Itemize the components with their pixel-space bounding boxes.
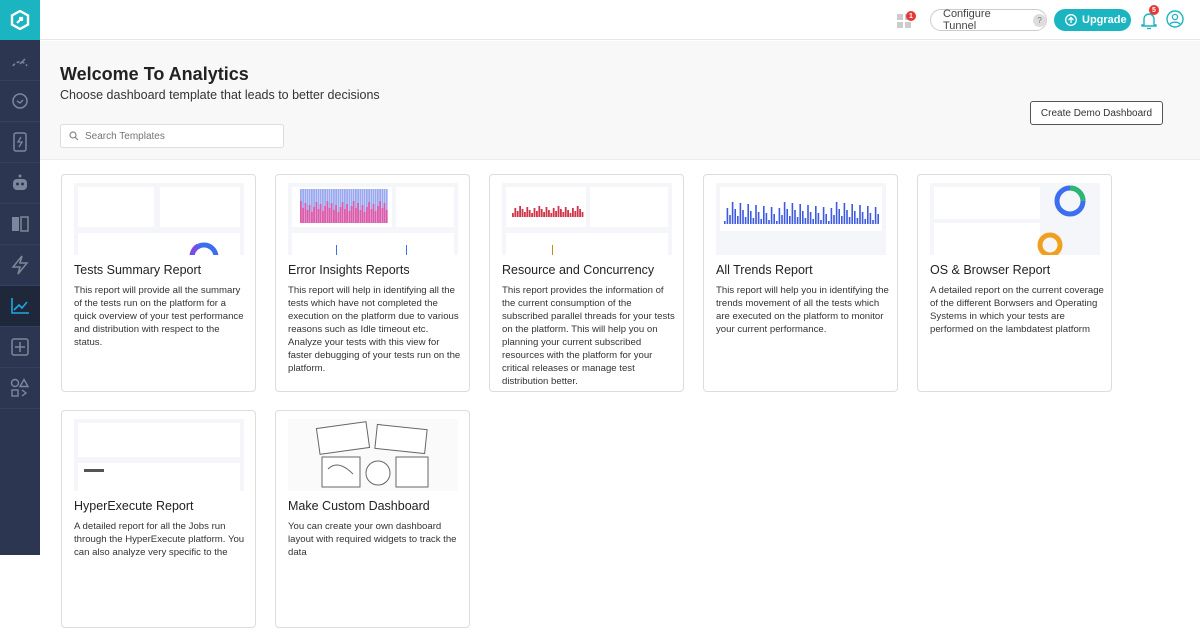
lightning-icon	[11, 255, 29, 275]
template-thumbnail	[502, 183, 672, 255]
template-thumbnail	[930, 183, 1100, 255]
template-card-custom-dashboard[interactable]: Make Custom Dashboard You can create you…	[275, 410, 470, 628]
template-card-all-trends[interactable]: All Trends Report This report will help …	[703, 174, 898, 392]
sidebar-item-app-testing[interactable]	[0, 122, 40, 163]
plus-square-icon	[11, 338, 29, 356]
sidebar-item-analytics[interactable]	[0, 286, 40, 327]
user-avatar-icon[interactable]	[1166, 10, 1184, 28]
sidebar-item-add[interactable]	[0, 327, 40, 368]
sidebar-item-hyperexecute[interactable]	[0, 245, 40, 286]
search-templates[interactable]	[60, 124, 284, 148]
template-description: You can create your own dashboard layout…	[288, 521, 457, 558]
configure-tunnel-label: Configure Tunnel	[943, 8, 991, 32]
template-description: A detailed report for all the Jobs run t…	[74, 521, 245, 558]
notifications-button[interactable]: 5	[1140, 5, 1159, 31]
notifications-badge: 5	[1149, 5, 1159, 15]
apps-button[interactable]: 1	[897, 11, 916, 28]
template-card-tests-summary[interactable]: Tests Summary Report This report will pr…	[61, 174, 256, 392]
upgrade-arrow-icon	[1065, 14, 1077, 26]
upgrade-button[interactable]: Upgrade	[1054, 9, 1131, 31]
analytics-icon	[11, 298, 29, 314]
template-card-os-browser[interactable]: OS & Browser Report A detailed report on…	[917, 174, 1112, 392]
top-header: 1 Configure Tunnel ? Upgrade 5	[40, 0, 1200, 40]
template-description: This report will help in identifying all…	[288, 285, 461, 374]
split-screen-icon	[12, 216, 29, 232]
template-thumbnail	[716, 183, 886, 255]
template-title: All Trends Report	[716, 263, 813, 277]
template-card-error-insights[interactable]: Error Insights Reports This report will …	[275, 174, 470, 392]
template-title: OS & Browser Report	[930, 263, 1051, 277]
template-title: Resource and Concurrency	[502, 263, 655, 277]
template-card-resource-concurrency[interactable]: Resource and Concurrency This report pro…	[489, 174, 684, 392]
robot-icon	[13, 174, 27, 190]
help-icon[interactable]: ?	[1033, 13, 1046, 27]
create-demo-dashboard-button[interactable]: Create Demo Dashboard	[1030, 101, 1163, 125]
page-header: Welcome To Analytics Choose dashboard te…	[40, 41, 1200, 160]
page-title: Welcome To Analytics	[60, 64, 249, 84]
configure-tunnel-button[interactable]: Configure Tunnel ?	[930, 8, 1047, 32]
upgrade-label: Upgrade	[1082, 14, 1127, 26]
mobile-icon	[13, 132, 27, 152]
template-thumbnail	[288, 183, 458, 255]
sidebar	[0, 0, 40, 555]
sidebar-item-automation[interactable]	[0, 163, 40, 204]
template-title: Error Insights Reports	[288, 263, 410, 277]
sidebar-item-integrations[interactable]	[0, 368, 40, 409]
template-description: This report will provide all the summary…	[74, 285, 244, 348]
speedometer-icon	[12, 58, 28, 67]
search-icon	[69, 131, 79, 141]
sidebar-item-visual[interactable]	[0, 204, 40, 245]
clock-icon	[12, 93, 28, 109]
template-title: HyperExecute Report	[74, 499, 194, 513]
template-description: This report will help you in identifying…	[716, 285, 889, 335]
sidebar-item-dashboard[interactable]	[0, 40, 40, 81]
template-thumbnail	[288, 419, 458, 491]
template-title: Make Custom Dashboard	[288, 499, 430, 513]
search-input[interactable]	[85, 130, 275, 142]
template-description: A detailed report on the current coverag…	[930, 285, 1104, 335]
apps-badge: 1	[906, 11, 916, 21]
template-card-hyperexecute[interactable]: HyperExecute Report A detailed report fo…	[61, 410, 256, 628]
integrations-icon	[10, 378, 30, 397]
lambdatest-logo[interactable]	[0, 0, 40, 40]
template-thumbnail	[74, 183, 244, 255]
template-thumbnail	[74, 419, 244, 491]
page-subtitle: Choose dashboard template that leads to …	[60, 88, 380, 102]
template-description: This report provides the information of …	[502, 285, 675, 387]
sidebar-item-realtime[interactable]	[0, 81, 40, 122]
template-title: Tests Summary Report	[74, 263, 202, 277]
